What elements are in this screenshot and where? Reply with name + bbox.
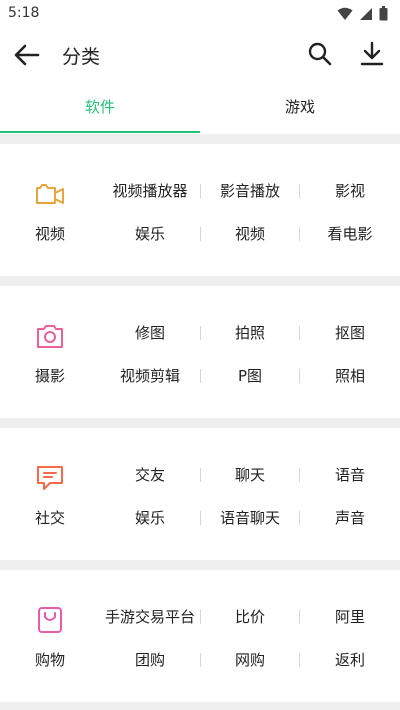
page-title: 分类 <box>62 46 101 68</box>
tag-film-tv[interactable]: 影视 <box>300 180 400 201</box>
tag-video-player[interactable]: 视频播放器 <box>100 180 200 201</box>
shopping-bag-icon <box>38 607 62 633</box>
signal-icon <box>360 7 372 20</box>
search-button[interactable] <box>306 40 334 68</box>
tag-chat[interactable]: 聊天 <box>200 464 300 485</box>
tag-voice-chat[interactable]: 语音聊天 <box>200 507 300 528</box>
section-separator <box>0 702 400 710</box>
chat-bubble-icon <box>37 466 63 490</box>
wifi-icon <box>337 7 353 20</box>
category-label-social[interactable]: 社交 <box>0 507 100 528</box>
tag-online-shopping[interactable]: 网购 <box>200 649 300 670</box>
tag-p-image[interactable]: P图 <box>200 365 300 386</box>
download-button[interactable] <box>358 40 386 68</box>
tag-voice[interactable]: 语音 <box>300 464 400 485</box>
section-separator <box>0 276 400 286</box>
category-label-photography[interactable]: 摄影 <box>0 365 100 386</box>
tag-watch-movies[interactable]: 看电影 <box>300 223 400 244</box>
section-separator <box>0 560 400 570</box>
active-tab-indicator <box>0 131 200 133</box>
tag-photo-retouch[interactable]: 修图 <box>100 322 200 343</box>
tag-video[interactable]: 视频 <box>200 223 300 244</box>
download-icon <box>360 41 384 66</box>
arrow-left-icon <box>14 44 40 66</box>
tag-take-photo[interactable]: 拍照 <box>200 322 300 343</box>
category-section-photography: 摄影 修图 拍照 抠图 视频剪辑 P图 照相 <box>0 286 400 418</box>
app-bar: 分类 <box>0 28 400 80</box>
tag-ali[interactable]: 阿里 <box>300 606 400 627</box>
back-button[interactable] <box>12 40 42 70</box>
tag-sound[interactable]: 声音 <box>300 507 400 528</box>
search-icon <box>308 42 332 66</box>
section-separator <box>0 134 400 144</box>
video-camera-icon <box>36 184 64 204</box>
tag-game-trading-platform[interactable]: 手游交易平台 <box>100 606 200 627</box>
tag-cashback[interactable]: 返利 <box>300 649 400 670</box>
category-label-video[interactable]: 视频 <box>0 223 100 244</box>
tag-make-friends[interactable]: 交友 <box>100 464 200 485</box>
tab-games[interactable]: 游戏 <box>200 88 400 132</box>
tab-software[interactable]: 软件 <box>0 88 200 132</box>
camera-icon <box>37 325 63 348</box>
tag-camera[interactable]: 照相 <box>300 365 400 386</box>
tag-price-compare[interactable]: 比价 <box>200 606 300 627</box>
category-label-shopping[interactable]: 购物 <box>0 649 100 670</box>
category-section-social: 社交 交友 聊天 语音 娱乐 语音聊天 声音 <box>0 428 400 560</box>
section-separator <box>0 418 400 428</box>
status-bar: 5:18 <box>0 0 400 28</box>
status-time: 5:18 <box>8 5 40 21</box>
category-tabs: 软件 游戏 <box>0 88 400 134</box>
tag-media-player[interactable]: 影音播放 <box>200 180 300 201</box>
status-icons <box>337 6 388 21</box>
tag-group-buy[interactable]: 团购 <box>100 649 200 670</box>
tag-entertainment[interactable]: 娱乐 <box>100 223 200 244</box>
tag-cutout[interactable]: 抠图 <box>300 322 400 343</box>
category-section-video: 视频 视频播放器 影音播放 影视 娱乐 视频 看电影 <box>0 144 400 276</box>
tag-entertainment[interactable]: 娱乐 <box>100 507 200 528</box>
tag-video-editing[interactable]: 视频剪辑 <box>100 365 200 386</box>
battery-icon <box>379 6 388 21</box>
category-section-shopping: 购物 手游交易平台 比价 阿里 团购 网购 返利 <box>0 570 400 702</box>
